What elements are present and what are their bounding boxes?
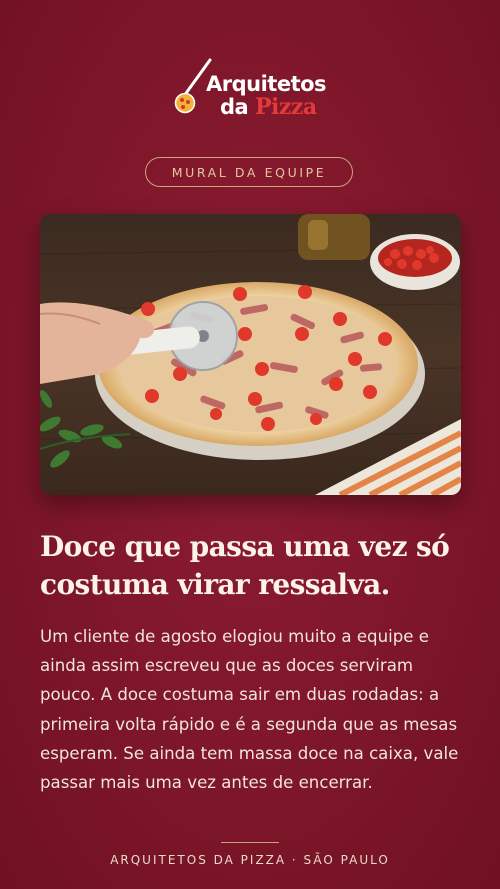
brand-name-accent: Pizza <box>255 94 317 120</box>
brand-name-line2: da Pizza <box>220 94 317 120</box>
post-headline: Doce que passa uma vez só costuma virar … <box>40 530 450 601</box>
footer-divider <box>221 842 279 843</box>
post-body: Um cliente de agosto elogiou muito a equ… <box>40 627 459 793</box>
section-badge: MURAL DA EQUIPE <box>145 157 353 187</box>
pizza-image <box>40 214 461 495</box>
brand-name-line1: Arquitetos <box>206 72 327 96</box>
brand-name-prefix: da <box>220 95 249 119</box>
pizza-photo <box>40 214 461 495</box>
footer-signature: ARQUITETOS DA PIZZA · SÃO PAULO <box>110 853 390 867</box>
brand-logo: Arquitetos da Pizza <box>170 56 330 122</box>
